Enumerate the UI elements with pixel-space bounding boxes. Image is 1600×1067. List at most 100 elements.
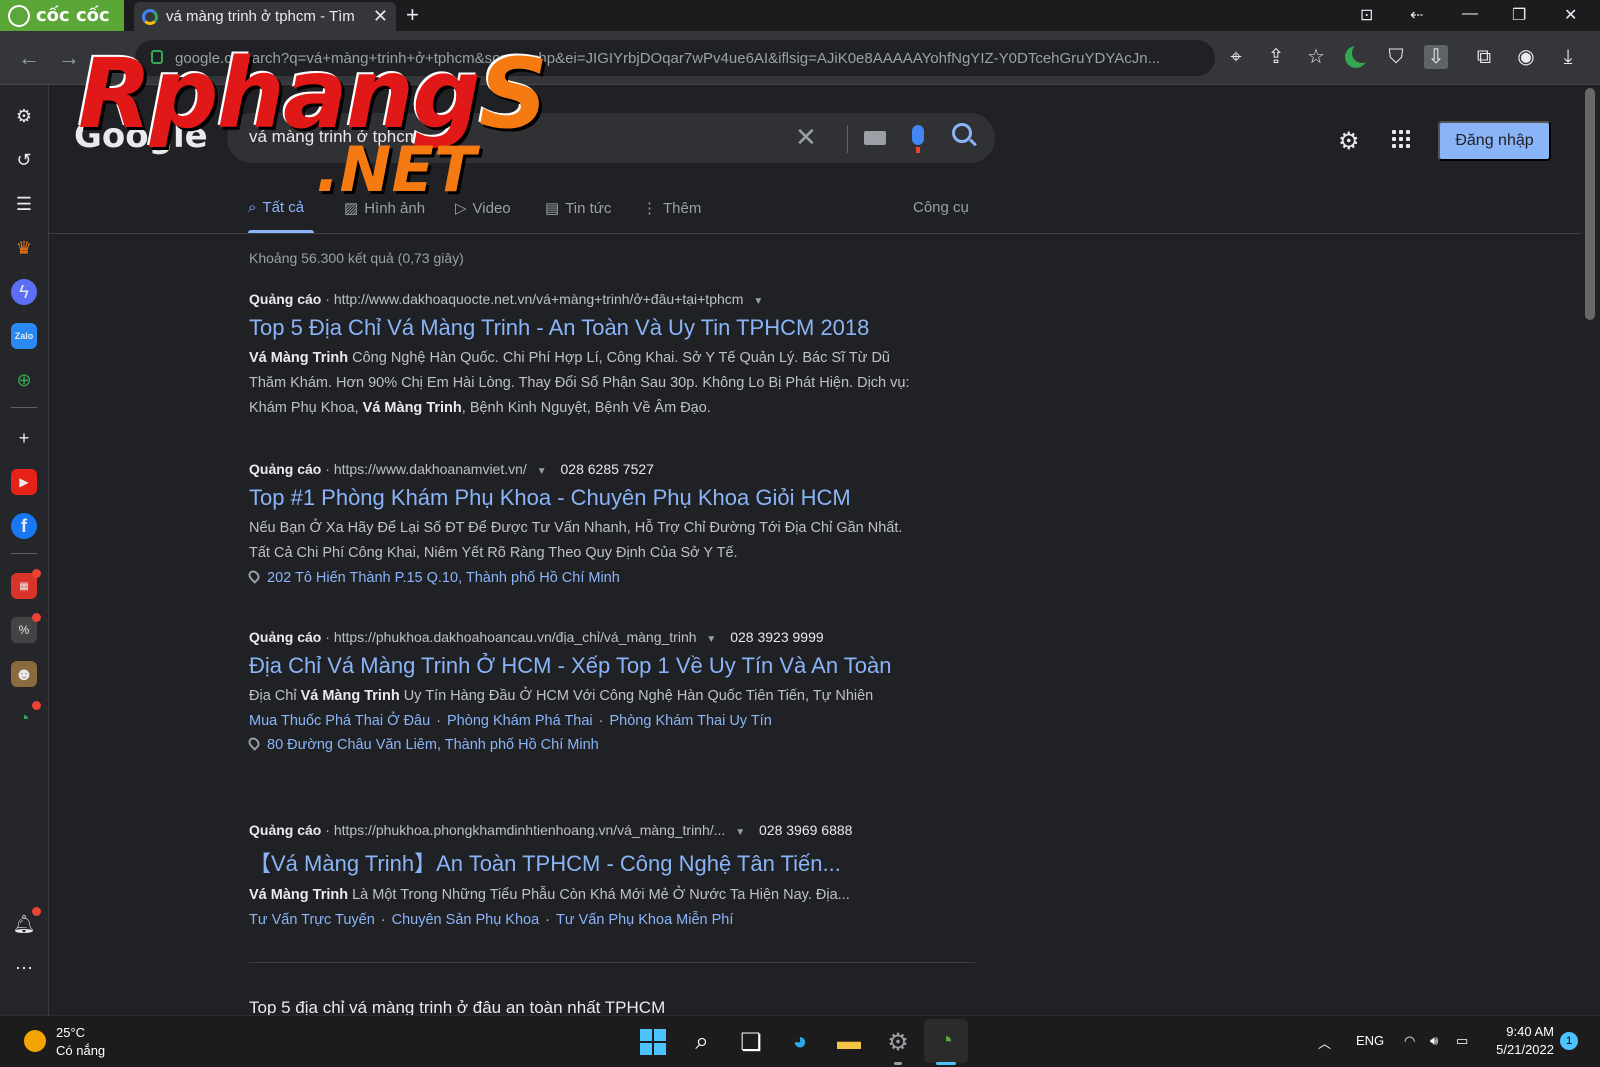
google-favicon-icon [142, 8, 158, 25]
restore-icon[interactable]: ❐ [1512, 5, 1526, 25]
bookmark-star-icon[interactable]: ☆ [1304, 45, 1328, 69]
sitelink[interactable]: Phòng Khám Thai Uy Tín [610, 713, 772, 729]
scrollbar-thumb[interactable] [1585, 88, 1595, 320]
dark-mode-moon-icon[interactable] [1345, 43, 1372, 68]
settings-app-icon[interactable]: ⚙ [882, 1026, 914, 1058]
coccoc-taskbar-icon[interactable]: ◔ [930, 1025, 962, 1057]
back-icon[interactable]: ← [18, 45, 40, 71]
snippet-bold: Vá Màng Trinh [300, 688, 400, 704]
ad-phone-link[interactable]: 028 6285 7527 [561, 461, 654, 477]
reading-list-icon[interactable]: ☰ [11, 191, 37, 217]
result-url[interactable]: https://www.dakhoanamviet.vn/ [334, 461, 527, 477]
result-address-link[interactable]: 202 Tô Hiến Thành P.15 Q.10, Thành phố H… [246, 566, 917, 590]
ad-options-caret-icon[interactable]: ▼ [706, 634, 716, 645]
result-url[interactable]: https://phukhoa.phongkhamdinhtienhoang.v… [334, 822, 726, 838]
add-app-icon[interactable]: + [11, 425, 37, 451]
search-query[interactable]: vá màng trinh ở tphcm [249, 127, 419, 147]
result-snippet: Vá Màng Trinh Là Một Trong Những Tiểu Ph… [249, 883, 917, 908]
coccoc-menu-button[interactable]: cốc cốc [0, 0, 124, 31]
screen: cốc cốc vá màng trinh ở tphcm - Tìm ✕ + … [0, 0, 1600, 1067]
shopping-promo-icon[interactable]: ▦ [11, 569, 41, 599]
more-options-icon[interactable]: ⋯ [11, 955, 37, 981]
screenshot-icon[interactable]: ⊡ [1360, 5, 1373, 25]
crown-icon[interactable]: ♛ [11, 235, 37, 261]
google-logo[interactable]: Google [74, 116, 208, 156]
keyboard-icon[interactable] [864, 131, 886, 145]
task-view-icon[interactable]: ❏ [735, 1026, 767, 1058]
browser-toolbar: ← → google.c/search?q=vá+màng+trinh+ở+tp… [0, 31, 1600, 85]
result-address-link[interactable]: 80 Đường Châu Văn Liêm, Thành phố Hồ Chí… [246, 733, 917, 757]
result-title-link[interactable]: Địa Chỉ Vá Màng Trinh Ở HCM - Xếp Top 1 … [249, 653, 917, 679]
notifications-bell-icon[interactable]: 🔔︎ [11, 907, 41, 937]
settings-gear-icon[interactable]: ⚙ [11, 103, 37, 129]
snippet-bold: Vá Màng Trinh [249, 350, 349, 366]
close-tab-icon[interactable]: ✕ [373, 6, 388, 27]
sign-in-button[interactable]: Đăng nhập [1438, 121, 1551, 161]
windows-taskbar: 25°C Có nắng ⌕ ❏ ◕ ▬ ⚙ [0, 1015, 1600, 1067]
weather-description[interactable]: Có nắng [56, 1043, 105, 1058]
result-title-link[interactable]: Top 5 Địa Chỉ Vá Màng Trinh - An Toàn Và… [249, 315, 917, 341]
taskbar-search-icon[interactable]: ⌕ [686, 1026, 718, 1058]
browser-tabstrip: cốc cốc vá màng trinh ở tphcm - Tìm ✕ + … [0, 0, 1600, 31]
tab-video[interactable]: ▷ Video [455, 199, 511, 218]
sitelink[interactable]: Tư Vấn Trực Tuyến [249, 912, 375, 928]
result-title-link[interactable]: 【Vá Màng Trinh】An Toàn TPHCM - Công Nghệ… [249, 846, 917, 878]
new-tab-icon[interactable]: + [406, 2, 419, 28]
weather-temperature[interactable]: 25°C [56, 1025, 85, 1040]
tab-images[interactable]: ▨ Hình ảnh [344, 199, 425, 218]
search-icon[interactable] [952, 123, 972, 143]
result-url[interactable]: http://www.dakhoaquocte.net.vn/vá+màng+t… [334, 291, 744, 307]
zalo-icon[interactable]: Zalo [11, 323, 37, 349]
quick-settings-gear-icon[interactable]: ⚙ [1338, 127, 1360, 156]
game-avatar-icon[interactable]: ☻ [11, 661, 37, 687]
address-bar[interactable]: google.c/search?q=vá+màng+trinh+ở+tphcm&… [135, 40, 1215, 76]
close-window-icon[interactable]: ✕ [1564, 5, 1577, 25]
tab-news[interactable]: ▤ Tin tức [545, 199, 611, 218]
sitelink[interactable]: Mua Thuốc Phá Thai Ở Đâu [249, 713, 430, 729]
windows-start-icon[interactable] [637, 1026, 669, 1058]
snippet-text: Là Một Trong Những Tiểu Phẫu Còn Khá Mới… [348, 887, 850, 903]
history-icon[interactable]: ↺ [11, 147, 37, 173]
microphone-icon[interactable] [912, 125, 924, 153]
ad-options-caret-icon[interactable]: ▼ [537, 466, 547, 477]
sitelink[interactable]: Phòng Khám Phá Thai [447, 713, 593, 729]
sitelink-separator: · [436, 713, 442, 729]
downloads-icon[interactable]: ⤓ [1556, 45, 1580, 69]
sitelink[interactable]: Chuyên Sản Phụ Khoa [392, 912, 540, 928]
result-url[interactable]: https://phukhoa.dakhoahoancau.vn/địa_chỉ… [334, 629, 697, 645]
ad-source-line: Quảng cáo · https://phukhoa.phongkhamdin… [249, 822, 917, 838]
location-icon[interactable]: ⌖ [1224, 45, 1248, 69]
minimize-icon[interactable]: — [1462, 5, 1478, 23]
result-title-link[interactable]: Top #1 Phòng Khám Phụ Khoa - Chuyên Phụ … [249, 485, 917, 511]
back-arrow-icon[interactable]: ⇠ [1410, 5, 1423, 25]
sidebar-divider [11, 553, 37, 554]
extra-badge [32, 701, 41, 710]
share-icon[interactable]: ⇪ [1264, 45, 1288, 69]
ad-options-caret-icon[interactable]: ▼ [753, 296, 763, 307]
extensions-icon[interactable]: ⧉ [1472, 45, 1496, 69]
game-controller-icon[interactable]: ⊕ [11, 367, 37, 393]
tools-button[interactable]: Công cụ [913, 199, 969, 216]
coccoc-extra-icon[interactable]: ◔ [11, 701, 41, 731]
adblock-shield-icon[interactable]: ⛉ [1384, 45, 1408, 69]
google-apps-grid-icon[interactable] [1392, 130, 1410, 148]
search-box[interactable]: vá màng trinh ở tphcm ✕ [227, 113, 995, 163]
file-explorer-icon[interactable]: ▬ [833, 1026, 865, 1058]
sale-tag-icon[interactable]: % [11, 613, 41, 643]
edge-browser-icon[interactable]: ◕ [784, 1026, 816, 1058]
ad-options-caret-icon[interactable]: ▼ [735, 827, 745, 838]
tab-all[interactable]: ⌕ Tất cả [248, 199, 304, 216]
ad-phone-link[interactable]: 028 3923 9999 [730, 629, 823, 645]
forward-icon[interactable]: → [58, 45, 80, 71]
clear-search-icon[interactable]: ✕ [795, 122, 817, 153]
facebook-icon[interactable]: f [11, 513, 37, 539]
youtube-icon[interactable]: ▶ [11, 469, 37, 495]
ad-phone-link[interactable]: 028 3969 6888 [759, 822, 852, 838]
tab-more[interactable]: ⋮ Thêm [642, 199, 701, 218]
save-video-icon[interactable]: ⇩ [1424, 45, 1448, 69]
weather-sun-icon[interactable] [24, 1030, 46, 1052]
browser-tab[interactable]: vá màng trinh ở tphcm - Tìm ✕ [134, 2, 396, 31]
sitelink[interactable]: Tư Vấn Phụ Khoa Miễn Phí [556, 912, 733, 928]
messenger-icon[interactable]: ϟ [11, 279, 37, 305]
profile-icon[interactable]: ◉ [1514, 45, 1538, 69]
